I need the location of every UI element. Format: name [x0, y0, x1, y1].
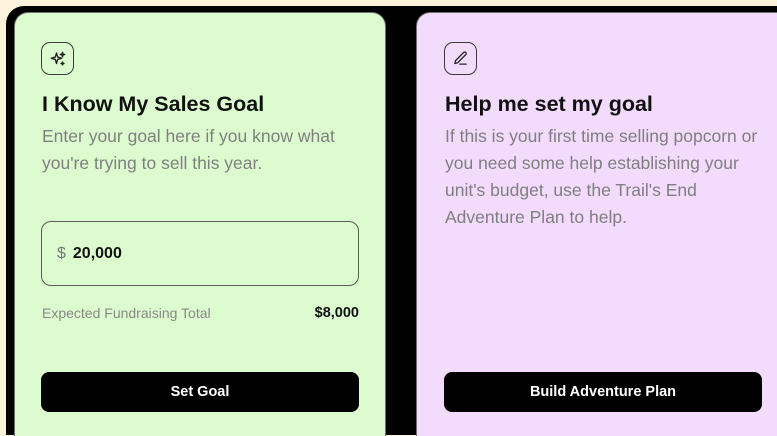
card-title: Help me set my goal	[445, 92, 653, 116]
sales-goal-input[interactable]: $ 20,000	[41, 221, 359, 286]
card-description: If this is your first time selling popco…	[445, 126, 758, 227]
goal-value[interactable]: 20,000	[73, 245, 122, 263]
sparkles-icon	[41, 42, 74, 75]
set-goal-button[interactable]: Set Goal	[41, 372, 359, 412]
build-adventure-plan-button[interactable]: Build Adventure Plan	[444, 372, 762, 412]
pencil-icon	[444, 42, 477, 75]
goal-help-card: Help me set my goal If this is your firs…	[416, 12, 777, 436]
card-title: I Know My Sales Goal	[42, 92, 265, 116]
expected-total-row: Expected Fundraising Total $8,000	[42, 305, 359, 321]
expected-total-value: $8,000	[314, 305, 359, 321]
card-description: Enter your goal here if you know what yo…	[42, 126, 335, 173]
sales-goal-card: I Know My Sales Goal Enter your goal her…	[14, 12, 386, 436]
expected-total-label: Expected Fundraising Total	[42, 305, 211, 321]
currency-symbol: $	[57, 244, 66, 262]
